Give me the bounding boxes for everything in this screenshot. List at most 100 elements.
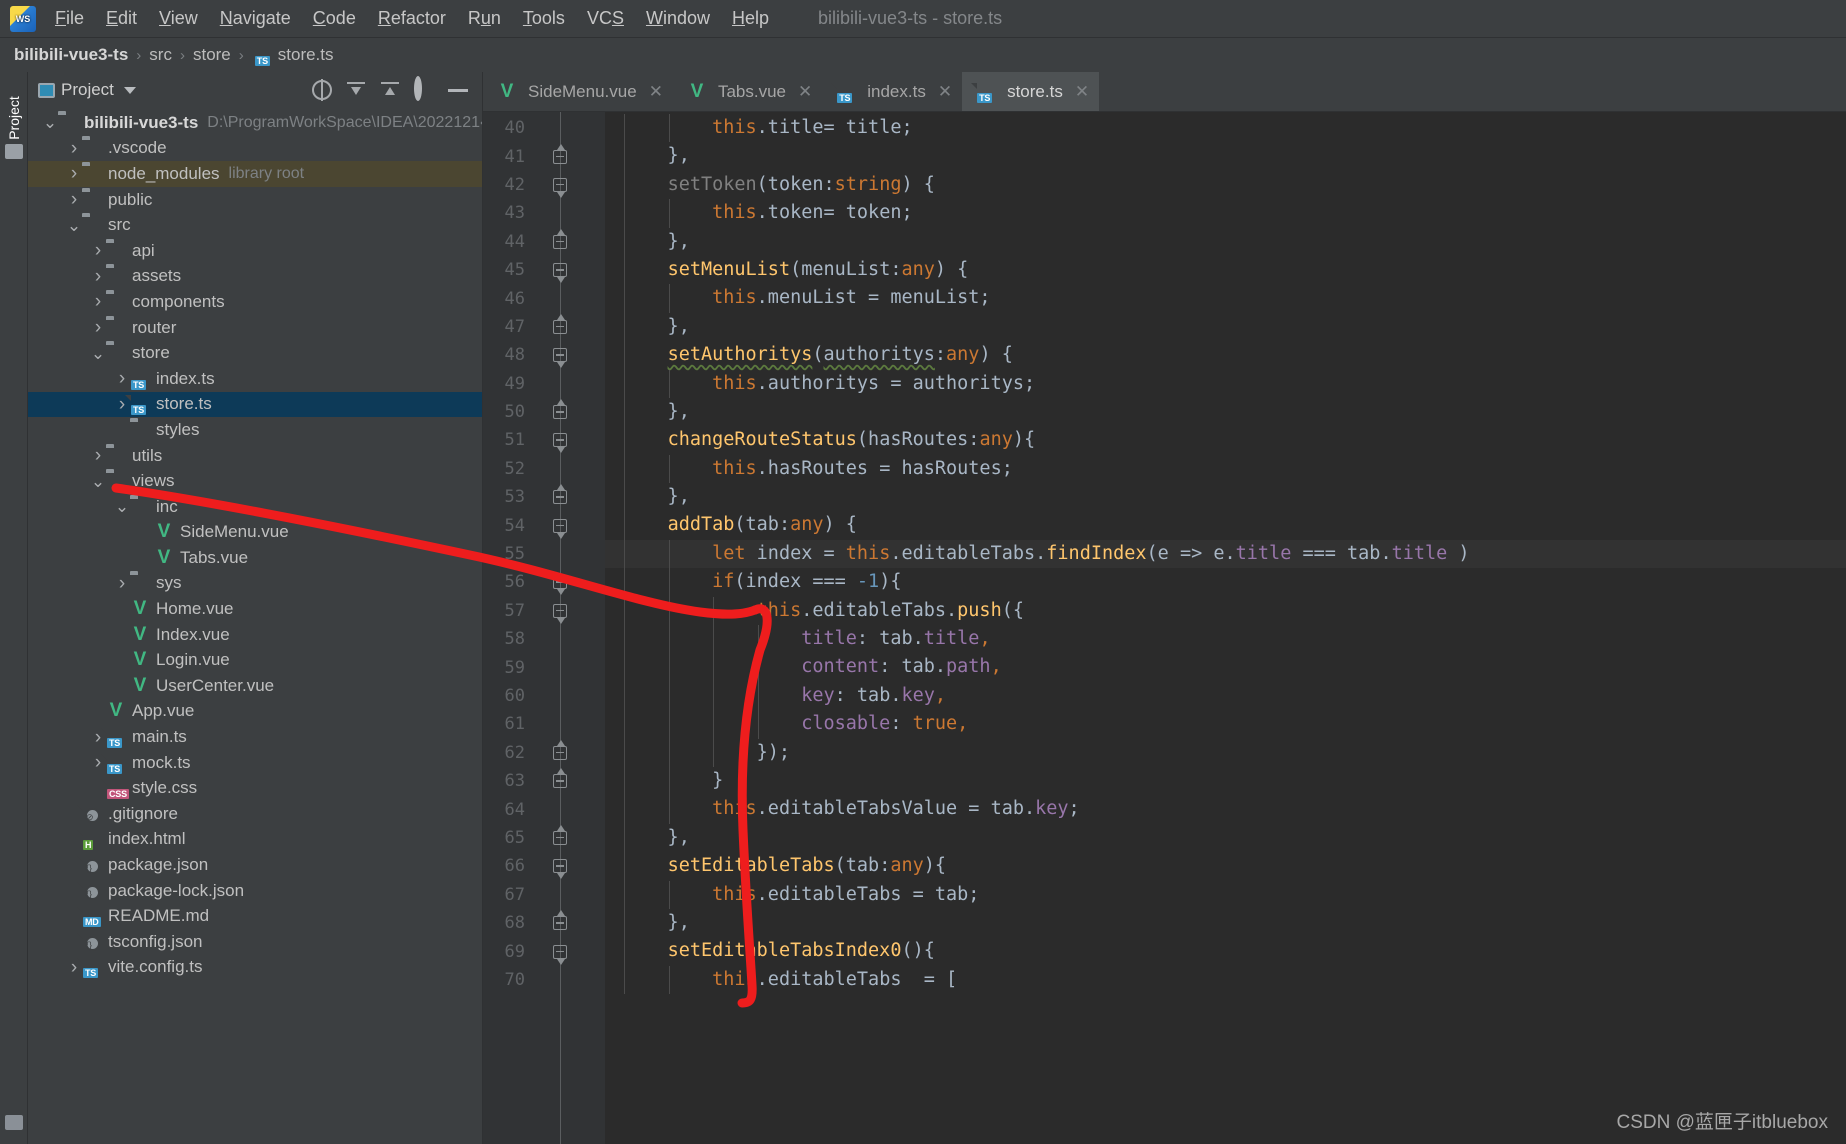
fold-expand-icon[interactable] — [553, 519, 567, 533]
code-line[interactable]: setMenuList(menuList:any) { — [605, 256, 1846, 284]
tree-row--vscode[interactable]: ›.vscode — [28, 136, 482, 162]
code-line[interactable]: title: tab.title, — [605, 625, 1846, 653]
editor-tab-strip[interactable]: VSideMenu.vue✕VTabs.vue✕TSindex.ts✕TSsto… — [483, 72, 1846, 112]
code-line[interactable]: if(index === -1){ — [605, 568, 1846, 596]
close-icon[interactable]: ✕ — [649, 83, 663, 100]
menu-item-view[interactable]: View — [148, 6, 209, 31]
code-line[interactable]: content: tab.path, — [605, 653, 1846, 681]
code-line[interactable]: } — [605, 767, 1846, 795]
fold-expand-icon[interactable] — [553, 433, 567, 447]
chevron-right-icon[interactable]: › — [90, 446, 106, 465]
code-line[interactable]: this.editableTabs = tab; — [605, 881, 1846, 909]
code-line[interactable]: this.menuList = menuList; — [605, 284, 1846, 312]
code-line[interactable]: }, — [605, 483, 1846, 511]
chevron-down-icon[interactable]: ⌄ — [42, 114, 58, 131]
code-line[interactable]: }, — [605, 824, 1846, 852]
menu-item-run[interactable]: Run — [457, 6, 512, 31]
tree-row-api[interactable]: ›api — [28, 238, 482, 264]
tree-row-public[interactable]: ›public — [28, 187, 482, 213]
code-line[interactable]: setAuthoritys(authoritys:any) { — [605, 341, 1846, 369]
tree-row-main-ts[interactable]: ›TSmain.ts — [28, 724, 482, 750]
tool-window-tab-project[interactable]: Project — [6, 87, 22, 149]
editor-gutter[interactable]: 4041424344454647484950515253545556575859… — [483, 112, 605, 1144]
code-line[interactable]: setEditableTabs(tab:any){ — [605, 852, 1846, 880]
tree-row-usercenter-vue[interactable]: VUserCenter.vue — [28, 673, 482, 699]
code-line[interactable]: }); — [605, 739, 1846, 767]
tree-row-app-vue[interactable]: VApp.vue — [28, 699, 482, 725]
close-icon[interactable]: ✕ — [1075, 83, 1089, 100]
settings-gear-icon[interactable] — [414, 80, 434, 100]
breadcrumb[interactable]: bilibili-vue3-ts › src › store › TS stor… — [0, 38, 1846, 72]
fold-collapse-icon[interactable] — [553, 490, 567, 504]
fold-expand-icon[interactable] — [553, 859, 567, 873]
chevron-right-icon[interactable]: › — [90, 241, 106, 260]
menu-item-file[interactable]: File — [44, 6, 95, 31]
fold-expand-icon[interactable] — [553, 604, 567, 618]
fold-expand-icon[interactable] — [553, 263, 567, 277]
editor-tab-store-ts[interactable]: TSstore.ts✕ — [962, 72, 1099, 111]
tree-row-package-lock-json[interactable]: {}package-lock.json — [28, 878, 482, 904]
chevron-down-icon[interactable]: ⌄ — [114, 498, 130, 515]
chevron-right-icon[interactable]: › — [66, 164, 82, 183]
tree-row-views[interactable]: ⌄views — [28, 468, 482, 494]
tree-row-assets[interactable]: ›assets — [28, 264, 482, 290]
code-line[interactable]: setEditableTabsIndex0(){ — [605, 937, 1846, 965]
menu-item-help[interactable]: Help — [721, 6, 780, 31]
tree-row-bilibili-vue3-ts[interactable]: ⌄bilibili-vue3-tsD:\ProgramWorkSpace\IDE… — [28, 110, 482, 136]
editor-body[interactable]: 4041424344454647484950515253545556575859… — [483, 112, 1846, 1144]
tree-row-router[interactable]: ›router — [28, 315, 482, 341]
menu-item-code[interactable]: Code — [302, 6, 367, 31]
code-line[interactable]: let index = this.editableTabs.findIndex(… — [605, 540, 1846, 568]
expand-all-icon[interactable] — [380, 80, 400, 100]
project-panel-title[interactable]: Project — [61, 80, 114, 100]
code-line[interactable]: this.token= token; — [605, 199, 1846, 227]
menu-item-tools[interactable]: Tools — [512, 6, 576, 31]
tree-row-index-ts[interactable]: ›TSindex.ts — [28, 366, 482, 392]
code-line[interactable]: this.editableTabs = [ — [605, 966, 1846, 994]
fold-collapse-icon[interactable] — [553, 235, 567, 249]
close-icon[interactable]: ✕ — [798, 83, 812, 100]
editor-tab-sidemenu-vue[interactable]: VSideMenu.vue✕ — [483, 72, 673, 111]
chevron-down-icon[interactable]: ⌄ — [90, 473, 106, 490]
tree-row-tabs-vue[interactable]: VTabs.vue — [28, 545, 482, 571]
code-line[interactable]: this.title= title; — [605, 114, 1846, 142]
tree-row-readme-md[interactable]: MDREADME.md — [28, 903, 482, 929]
select-opened-file-icon[interactable] — [312, 80, 332, 100]
bottom-tool-icon[interactable] — [5, 1115, 23, 1130]
chevron-right-icon[interactable]: › — [66, 139, 82, 158]
breadcrumb-item-file[interactable]: store.ts — [278, 45, 334, 65]
tool-window-tab-structure[interactable]: ure — [0, 577, 511, 637]
tree-row-styles[interactable]: styles — [28, 417, 482, 443]
code-line[interactable]: changeRouteStatus(hasRoutes:any){ — [605, 426, 1846, 454]
menu-item-edit[interactable]: Edit — [95, 6, 148, 31]
tree-row-src[interactable]: ⌄src — [28, 212, 482, 238]
tree-row-login-vue[interactable]: VLogin.vue — [28, 647, 482, 673]
tree-row-index-html[interactable]: Hindex.html — [28, 827, 482, 853]
fold-collapse-icon[interactable] — [553, 774, 567, 788]
tree-row-components[interactable]: ›components — [28, 289, 482, 315]
chevron-down-icon[interactable]: ⌄ — [66, 217, 82, 234]
structure-icon[interactable] — [5, 144, 23, 159]
menu-item-navigate[interactable]: Navigate — [209, 6, 302, 31]
tree-row-store[interactable]: ⌄store — [28, 340, 482, 366]
chevron-right-icon[interactable]: › — [90, 267, 106, 286]
menu-item-refactor[interactable]: Refactor — [367, 6, 457, 31]
tree-row-mock-ts[interactable]: ›TSmock.ts — [28, 750, 482, 776]
tree-row-node-modules[interactable]: ›node_moduleslibrary root — [28, 161, 482, 187]
code-line[interactable]: setToken(token:string) { — [605, 171, 1846, 199]
tree-row-utils[interactable]: ›utils — [28, 443, 482, 469]
menu-item-window[interactable]: Window — [635, 6, 721, 31]
code-line[interactable]: this.authoritys = authoritys; — [605, 370, 1846, 398]
chevron-right-icon[interactable]: › — [66, 190, 82, 209]
tree-row-tsconfig-json[interactable]: {}tsconfig.json — [28, 929, 482, 955]
code-line[interactable]: this.editableTabsValue = tab.key; — [605, 795, 1846, 823]
close-icon[interactable]: ✕ — [938, 83, 952, 100]
breadcrumb-item-project[interactable]: bilibili-vue3-ts — [14, 45, 128, 65]
tree-row-inc[interactable]: ⌄inc — [28, 494, 482, 520]
breadcrumb-item-store[interactable]: store — [193, 45, 231, 65]
tree-row-vite-config-ts[interactable]: ›TSvite.config.ts — [28, 955, 482, 981]
fold-collapse-icon[interactable] — [553, 746, 567, 760]
tree-row-store-ts[interactable]: ›TSstore.ts — [28, 392, 482, 418]
code-line[interactable]: addTab(tab:any) { — [605, 511, 1846, 539]
chevron-right-icon[interactable]: › — [90, 318, 106, 337]
